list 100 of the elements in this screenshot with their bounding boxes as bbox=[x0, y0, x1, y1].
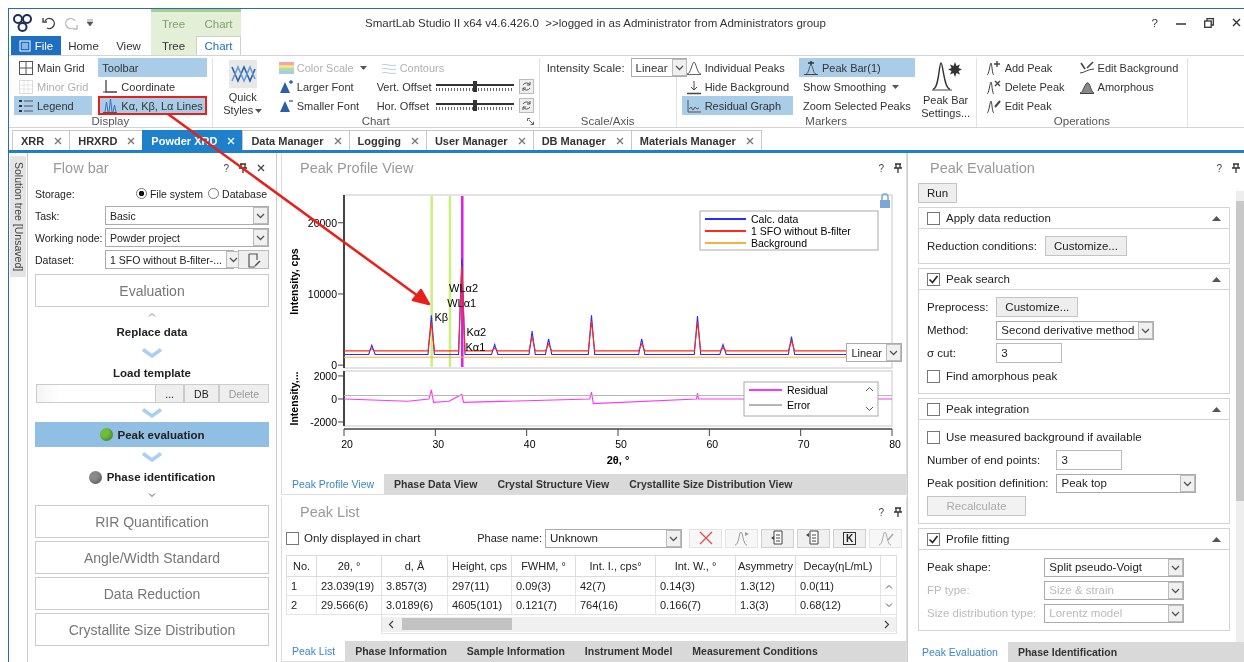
ribbon-toggle[interactable]: Coordinate bbox=[98, 77, 207, 96]
flow-section-button[interactable]: Angle/Width Standard bbox=[35, 541, 269, 574]
help-button[interactable]: ? bbox=[223, 162, 229, 174]
section-label[interactable]: Apply data reduction bbox=[946, 212, 1206, 224]
checkbox[interactable] bbox=[927, 402, 940, 416]
dropdown-field[interactable]: Split pseudo-Voigt bbox=[1044, 557, 1185, 577]
panel-tab[interactable]: Phase Identification bbox=[1007, 642, 1128, 662]
checkbox[interactable] bbox=[927, 532, 940, 546]
checkbox-label[interactable]: Find amorphous peak bbox=[946, 370, 1058, 382]
ribbon-button[interactable]: Edit Peak bbox=[981, 96, 1069, 115]
dialog-launcher-icon[interactable] bbox=[526, 117, 534, 125]
ribbon-button[interactable]: Edit Background bbox=[1074, 58, 1183, 77]
side-panel-tab[interactable]: Solution tree [Unsaved] bbox=[10, 156, 26, 278]
pin-icon[interactable] bbox=[1232, 163, 1240, 173]
reset-icon[interactable] bbox=[518, 98, 534, 113]
template-field[interactable] bbox=[36, 384, 156, 403]
column-header[interactable]: Asymmetry bbox=[735, 555, 796, 577]
ribbon-tab[interactable]: File bbox=[11, 36, 61, 55]
collapse-icon[interactable] bbox=[1212, 276, 1221, 282]
document-tab[interactable]: Materials Manager bbox=[630, 130, 762, 150]
panel-tab[interactable]: Sample Information bbox=[456, 641, 575, 661]
app-logo-icon[interactable] bbox=[12, 12, 34, 33]
column-header[interactable]: d, Å bbox=[381, 555, 448, 577]
ribbon-toggle[interactable]: Toolbar bbox=[98, 58, 207, 77]
ribbon-button[interactable]: Add Peak bbox=[981, 58, 1069, 77]
dropdown-field[interactable]: Peak top bbox=[1056, 473, 1197, 493]
panel-tab[interactable]: Peak Evaluation bbox=[912, 642, 1008, 662]
flow-step[interactable]: Load template bbox=[35, 362, 269, 384]
checkbox[interactable] bbox=[286, 531, 299, 545]
scrollbar-thumb[interactable] bbox=[402, 618, 512, 630]
run-button[interactable]: Run bbox=[918, 183, 958, 203]
tool-button[interactable]: K bbox=[833, 528, 866, 548]
column-header[interactable]: 2θ, ° bbox=[316, 555, 382, 577]
checkbox[interactable] bbox=[927, 211, 940, 225]
flow-step[interactable]: Replace data bbox=[35, 321, 269, 343]
panel-tab[interactable]: Phase Information bbox=[345, 641, 457, 661]
close-icon[interactable] bbox=[1232, 18, 1241, 27]
radio-button[interactable] bbox=[208, 188, 220, 199]
section-label[interactable]: Profile fitting bbox=[946, 533, 1206, 545]
help-button[interactable]: ? bbox=[1151, 16, 1158, 29]
ribbon-button[interactable]: Quick Styles bbox=[217, 58, 268, 115]
view-tab[interactable]: Peak Profile View bbox=[282, 474, 385, 494]
checkbox-label[interactable]: Use measured background if available bbox=[946, 431, 1142, 443]
help-button[interactable]: ? bbox=[878, 506, 884, 518]
scroll-up-icon[interactable] bbox=[865, 387, 874, 392]
reset-icon[interactable] bbox=[518, 79, 534, 94]
input-field[interactable]: 3 bbox=[1056, 450, 1123, 470]
ribbon-tab[interactable]: Tree bbox=[151, 36, 196, 55]
panel-tab[interactable]: Measurement Conditions bbox=[682, 641, 828, 661]
ribbon-button[interactable]: Delete Peak bbox=[981, 77, 1069, 96]
dropdown-field[interactable]: Second derivative method bbox=[996, 320, 1155, 340]
flow-step[interactable]: Peak evaluation bbox=[35, 422, 269, 447]
scroll-right-icon[interactable] bbox=[884, 619, 890, 629]
column-header[interactable]: Decay(ηL/mL) bbox=[795, 555, 881, 577]
ribbon-toggle[interactable]: Kα, Kβ, Lα Lines bbox=[98, 96, 207, 115]
section-label[interactable]: Peak search bbox=[946, 273, 1206, 285]
ribbon-tab[interactable]: Chart bbox=[196, 36, 241, 55]
help-button[interactable]: ? bbox=[878, 162, 884, 174]
view-tab[interactable]: Crystallite Size Distribution View bbox=[619, 474, 803, 494]
document-tab[interactable]: Data Manager bbox=[242, 130, 350, 150]
panel-tab[interactable]: Instrument Model bbox=[574, 641, 683, 661]
pin-icon[interactable] bbox=[239, 163, 247, 173]
ribbon-tab[interactable]: Home bbox=[61, 36, 106, 55]
document-tab[interactable]: User Manager bbox=[425, 130, 534, 150]
ribbon-button[interactable]: Smaller Font bbox=[273, 96, 371, 115]
tool-button[interactable] bbox=[797, 528, 830, 548]
column-header[interactable]: Height, cps bbox=[447, 555, 512, 577]
ribbon-button[interactable]: Zoom Selected Peaks bbox=[799, 96, 915, 115]
tool-button[interactable] bbox=[761, 528, 794, 548]
radio-label[interactable]: Database bbox=[222, 187, 267, 200]
ribbon-toggle[interactable]: Peak Bar(1) bbox=[799, 58, 915, 77]
undo-icon[interactable] bbox=[42, 15, 56, 30]
panel-tab[interactable]: Peak List bbox=[282, 641, 346, 661]
help-button[interactable]: ? bbox=[1216, 162, 1222, 174]
flow-section-button[interactable]: Evaluation bbox=[35, 274, 269, 307]
view-tab[interactable]: Crystal Structure View bbox=[487, 474, 620, 494]
dropdown-field[interactable]: Linear bbox=[630, 58, 687, 77]
customize-button[interactable]: Customize... bbox=[996, 297, 1079, 317]
collapse-icon[interactable] bbox=[1212, 215, 1221, 221]
ribbon-tab[interactable]: View bbox=[106, 36, 151, 55]
customize-button[interactable]: Customize... bbox=[1044, 236, 1127, 256]
ribbon-toggle[interactable]: Hide Background bbox=[681, 77, 793, 96]
column-header[interactable]: Int. W., ° bbox=[655, 555, 736, 577]
ribbon-toggle[interactable]: Legend bbox=[14, 96, 93, 115]
template-button[interactable]: DB bbox=[184, 384, 219, 403]
dropdown-field[interactable]: Powder project bbox=[105, 228, 269, 247]
ribbon-toggle[interactable]: Residual Graph bbox=[681, 96, 793, 115]
input-field[interactable]: 3 bbox=[996, 343, 1063, 363]
flow-step[interactable]: Phase identification bbox=[35, 466, 269, 488]
checkbox[interactable] bbox=[927, 369, 940, 383]
checkbox[interactable] bbox=[927, 430, 940, 444]
horizontal-scrollbar[interactable] bbox=[382, 616, 896, 632]
checkbox-label[interactable]: Only displayed in chart bbox=[304, 532, 421, 544]
document-tab[interactable]: DB Manager bbox=[532, 130, 632, 150]
pin-icon[interactable] bbox=[894, 507, 902, 517]
dropdown-field[interactable]: Unknown bbox=[545, 528, 682, 548]
column-header[interactable]: No. bbox=[286, 555, 317, 577]
document-tab[interactable]: XRR bbox=[12, 130, 71, 150]
ribbon-toggle[interactable]: Main Grid bbox=[14, 58, 93, 77]
section-label[interactable]: Peak integration bbox=[946, 403, 1206, 415]
